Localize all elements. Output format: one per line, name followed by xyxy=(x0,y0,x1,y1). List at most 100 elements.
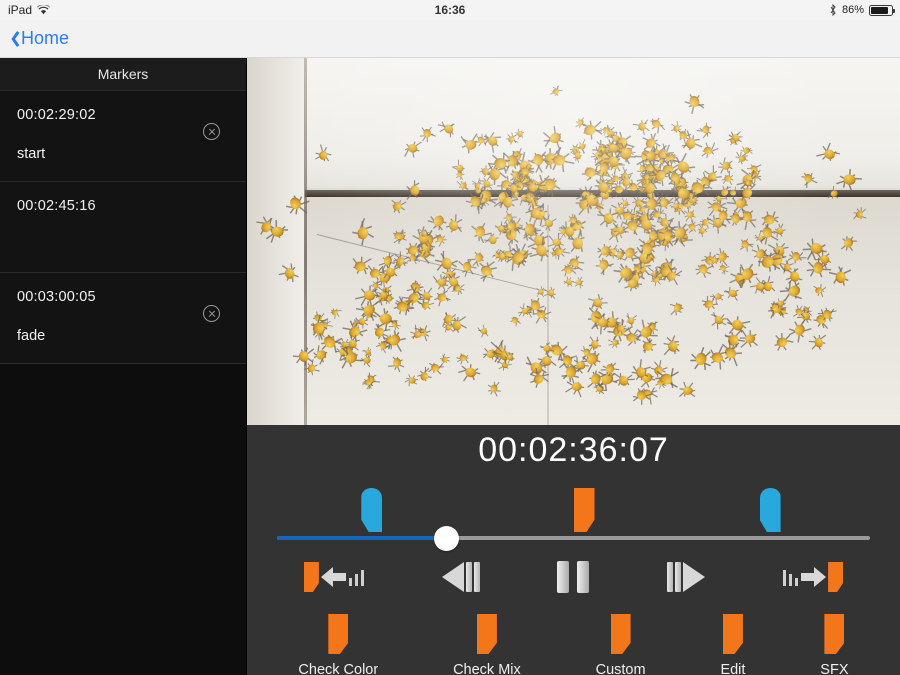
next-marker-button[interactable] xyxy=(783,562,844,592)
arrow-left-icon xyxy=(320,564,347,590)
spiderling xyxy=(488,153,511,174)
spiderling xyxy=(637,176,659,198)
marker-preset-bar: Check Color Check Mix Custom Edit SFX xyxy=(247,608,900,675)
timeline-marker-2[interactable] xyxy=(573,488,595,532)
spiderling xyxy=(527,149,550,173)
video-preview[interactable] xyxy=(247,58,900,425)
triangle-right-icon xyxy=(683,562,706,592)
spiderling xyxy=(715,206,732,226)
marker-flag-cyan-icon xyxy=(361,488,383,532)
spiderling xyxy=(389,319,402,332)
spiderling xyxy=(572,276,585,289)
list-item[interactable]: 00:03:00:05 fade xyxy=(0,273,246,364)
spiderling xyxy=(566,376,586,398)
bar-icon xyxy=(465,562,472,592)
spiderling xyxy=(663,334,681,356)
markers-sidebar: Markers 00:02:29:02 start 00:02:45:16 00… xyxy=(0,58,246,675)
pause-button[interactable] xyxy=(557,561,590,593)
preset-sfx[interactable]: SFX xyxy=(820,614,849,675)
back-button-label: Home xyxy=(21,28,70,48)
close-circle-icon[interactable] xyxy=(203,123,220,140)
marker-flag-orange-icon xyxy=(828,562,844,592)
spiderling xyxy=(631,359,651,383)
spiderling xyxy=(835,169,861,191)
spiderling xyxy=(376,288,392,304)
video-wall-ledge xyxy=(247,190,900,198)
timeline[interactable] xyxy=(247,474,900,551)
tick-marks-icon xyxy=(348,568,364,586)
pause-bar-icon xyxy=(557,561,570,593)
marker-flag-orange-icon xyxy=(476,614,497,654)
back-to-home-button[interactable]: Home xyxy=(0,28,69,49)
timeline-marker-3[interactable] xyxy=(759,488,781,532)
spiderling xyxy=(264,219,288,243)
spiderling xyxy=(681,130,702,153)
bar-icon xyxy=(675,562,682,592)
spiderling xyxy=(361,374,376,390)
status-bar-right: 86% xyxy=(829,4,895,16)
video-wall-corner xyxy=(247,58,305,425)
spiderling xyxy=(504,351,517,364)
navigation-bar: Home xyxy=(0,20,900,58)
preset-edit[interactable]: Edit xyxy=(720,614,745,675)
spiderling xyxy=(696,122,711,139)
marker-flag-cyan-icon xyxy=(759,488,781,532)
preset-custom[interactable]: Custom xyxy=(596,614,646,675)
previous-marker-button[interactable] xyxy=(303,562,364,592)
scrubber-progress xyxy=(277,536,446,540)
status-bar: iPad 16:36 86% xyxy=(0,0,900,20)
transport-controls xyxy=(247,546,900,608)
spiderling xyxy=(362,347,374,359)
preset-label: SFX xyxy=(820,662,849,675)
preset-label: Edit xyxy=(720,662,746,675)
current-timecode: 00:02:36:07 xyxy=(478,431,669,469)
preset-check-color[interactable]: Check Color xyxy=(298,614,378,675)
markers-list: 00:02:29:02 start 00:02:45:16 00:03:00:0… xyxy=(0,91,246,615)
timeline-marker-1[interactable] xyxy=(361,488,383,532)
preset-label: Custom xyxy=(595,662,646,675)
step-forward-button[interactable] xyxy=(667,562,706,592)
bar-icon xyxy=(667,562,674,592)
close-circle-icon[interactable] xyxy=(203,305,220,322)
spiderling xyxy=(328,308,342,319)
status-bar-clock: 16:36 xyxy=(434,3,466,17)
marker-timecode: 00:02:29:02 xyxy=(17,107,96,123)
spiderling xyxy=(726,210,745,226)
spiderling xyxy=(452,159,468,173)
battery-percent-label: 86% xyxy=(841,4,864,16)
scrubber-thumb[interactable] xyxy=(433,525,459,551)
spiderling xyxy=(388,354,405,372)
spiderling xyxy=(499,190,519,212)
bluetooth-icon xyxy=(829,4,837,16)
preset-check-mix[interactable]: Check Mix xyxy=(453,614,521,675)
preset-label: Check Mix xyxy=(453,662,521,675)
markers-list-empty-space xyxy=(0,364,246,615)
list-item[interactable]: 00:02:29:02 start xyxy=(0,91,246,182)
spiderling xyxy=(654,368,679,389)
bar-icon xyxy=(473,562,480,592)
player-panel: 00:02:36:07 Check Color Check Mix Custom… xyxy=(247,425,900,675)
list-item[interactable]: 00:02:45:16 xyxy=(0,182,246,273)
marker-timecode: 00:02:45:16 xyxy=(17,198,96,214)
spiderling xyxy=(669,201,681,212)
pause-bar-icon xyxy=(577,561,590,593)
marker-name: start xyxy=(17,146,46,162)
marker-flag-orange-icon xyxy=(303,562,319,592)
spiderling xyxy=(679,380,697,397)
spiderling xyxy=(524,193,537,205)
spiderling xyxy=(434,249,459,274)
marker-timecode: 00:03:00:05 xyxy=(17,289,96,305)
triangle-left-icon xyxy=(441,562,464,592)
scrubber[interactable] xyxy=(277,525,870,551)
spiderling xyxy=(812,283,827,297)
spiderling xyxy=(548,147,574,172)
marker-flag-orange-icon xyxy=(573,488,595,532)
tick-marks-icon xyxy=(783,568,799,586)
spiderling xyxy=(293,347,314,367)
marker-name: fade xyxy=(17,328,46,344)
spiderling xyxy=(828,265,851,288)
step-backward-button[interactable] xyxy=(441,562,480,592)
spiderling xyxy=(632,119,650,135)
arrow-right-icon xyxy=(800,564,827,590)
spiderling xyxy=(539,342,555,355)
